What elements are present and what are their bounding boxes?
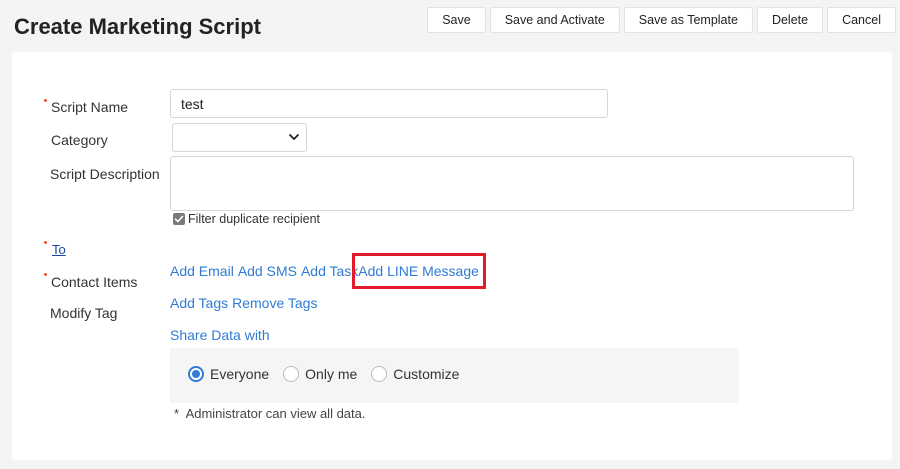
share-options-box: Everyone Only me Customize [170,348,739,403]
chevron-down-icon [289,134,299,140]
share-radio-group: Everyone Only me Customize [188,366,473,382]
admin-note: * Administrator can view all data. [174,406,366,421]
save-and-activate-button[interactable]: Save and Activate [489,7,620,33]
filter-duplicate-label: Filter duplicate recipient [188,212,321,226]
delete-button[interactable]: Delete [756,7,824,33]
required-marker [44,241,47,244]
filter-duplicate-checkbox[interactable] [173,213,185,225]
script-name-input[interactable] [170,89,608,118]
radio-everyone-label: Everyone [210,366,270,382]
radio-only-me[interactable]: Only me [283,366,357,382]
cancel-button[interactable]: Cancel [827,7,896,33]
share-data-link[interactable]: Share Data with [170,327,270,343]
contact-items-label: Contact Items [51,274,138,290]
script-description-label: Script Description [50,166,160,182]
required-marker [44,99,47,102]
to-link[interactable]: To [52,242,66,257]
form-card: Script Name Category Script Description … [12,52,892,460]
add-email-link[interactable]: Add Email [170,263,234,279]
script-description-textarea[interactable] [170,156,854,211]
toolbar: Save Save and Activate Save as Template … [427,7,896,33]
radio-customize-circle[interactable] [371,366,388,382]
radio-everyone[interactable]: Everyone [188,366,269,382]
radio-everyone-circle[interactable] [188,366,204,382]
remove-tags-link[interactable]: Remove Tags [232,295,317,311]
save-button[interactable]: Save [427,7,486,33]
radio-customize-label: Customize [393,366,460,382]
category-label: Category [51,132,108,148]
highlight-box [352,253,486,289]
modify-tag-label: Modify Tag [50,305,118,321]
save-as-template-button[interactable]: Save as Template [623,7,753,33]
script-name-label: Script Name [51,99,129,115]
radio-customize[interactable]: Customize [371,366,459,382]
radio-only-me-label: Only me [305,366,358,382]
page-title: Create Marketing Script [14,14,261,39]
add-sms-link[interactable]: Add SMS [238,263,297,279]
category-select[interactable] [172,123,307,152]
checkmark-icon [174,215,184,223]
radio-only-me-circle[interactable] [283,366,300,382]
tag-actions: Add Tags Remove Tags [170,295,317,311]
share-data-row: Share Data with [170,327,270,343]
add-task-link[interactable]: Add Task [301,263,358,279]
add-tags-link[interactable]: Add Tags [170,295,228,311]
filter-duplicate-row: Filter duplicate recipient [173,212,320,226]
required-marker [44,273,47,276]
